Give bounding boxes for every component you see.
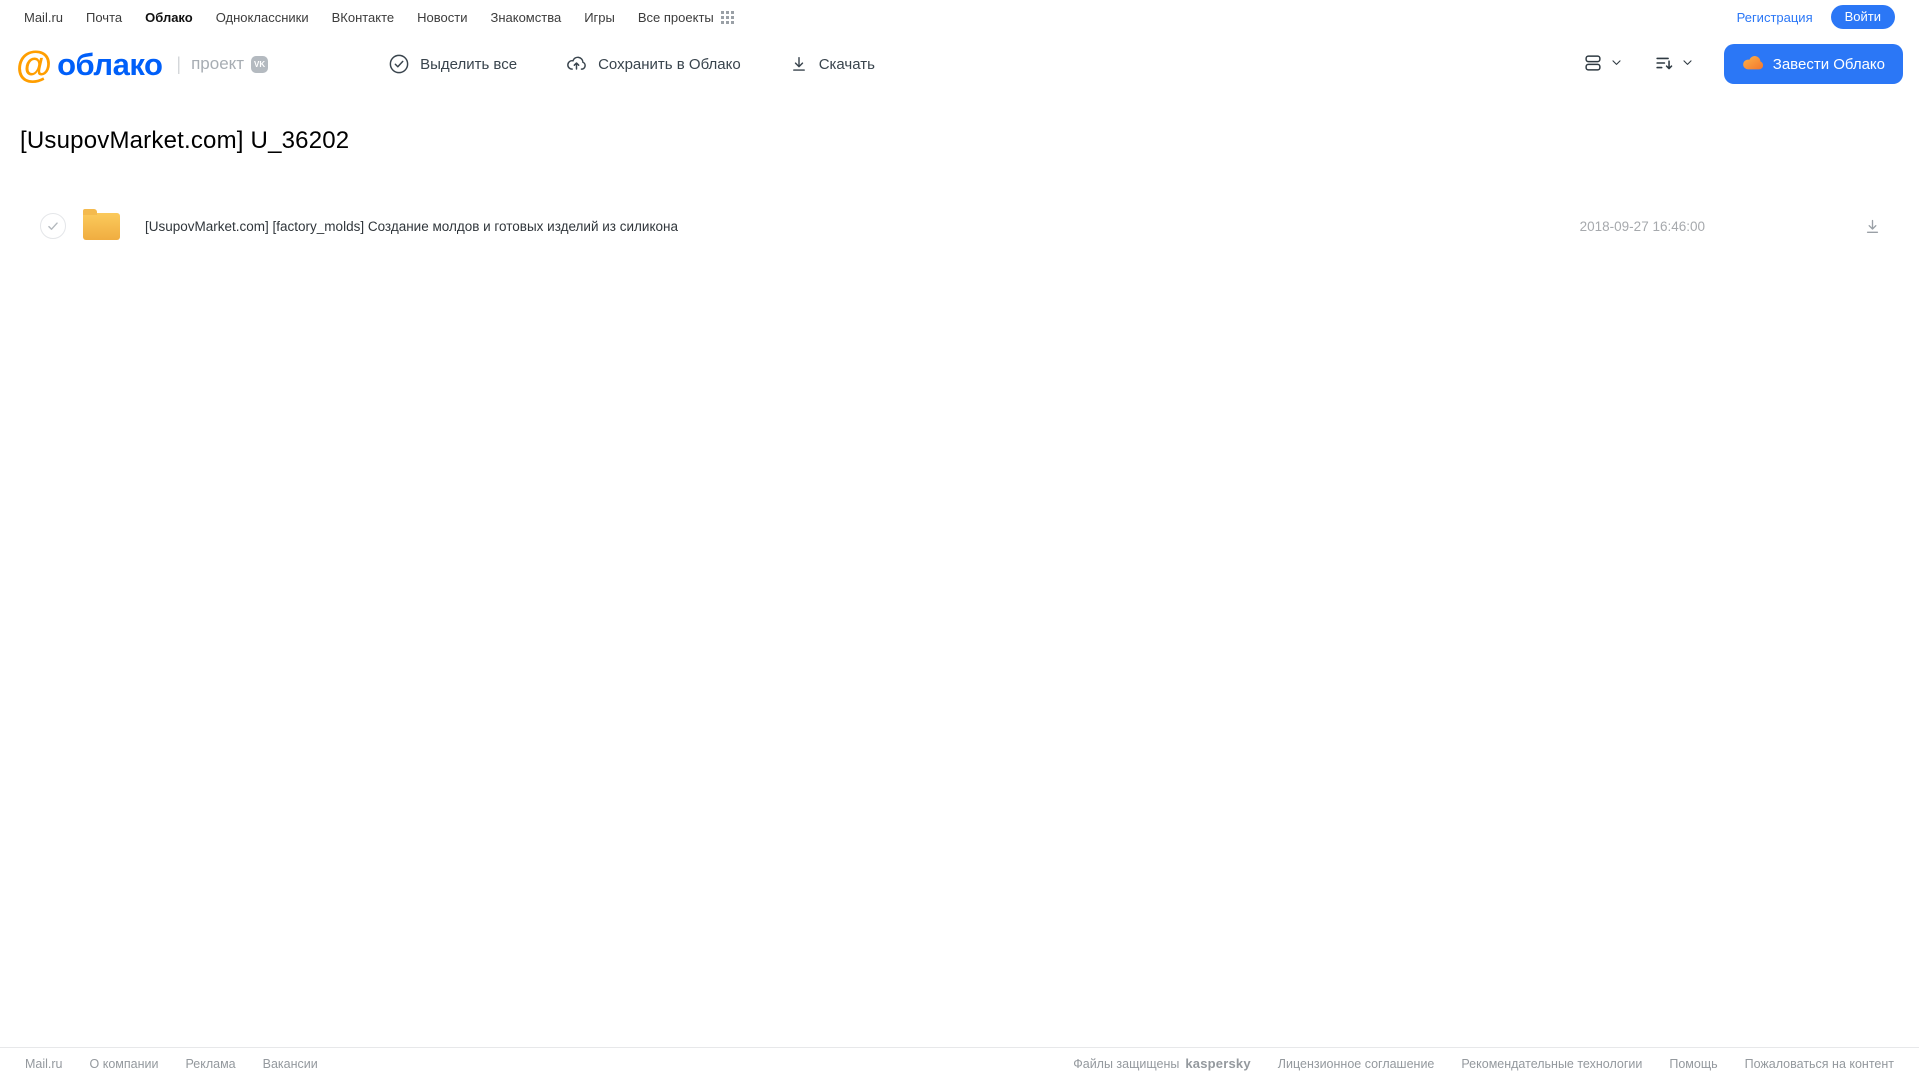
check-icon [48,222,58,230]
topnav-item-znakomstva[interactable]: Знакомства [490,10,561,25]
topnav-item-mailru[interactable]: Mail.ru [24,10,63,25]
main-content: [UsupovMarket.com] U_36202 [UsupovMarket… [0,94,1919,1047]
vk-badge-icon: VK [251,55,269,73]
footer-left-links: Mail.ru О компании Реклама Вакансии [25,1057,318,1071]
download-button[interactable]: Скачать [789,54,875,74]
sort-icon [1653,52,1675,77]
portal-nav: Mail.ru Почта Облако Одноклассники ВКонт… [0,0,1919,34]
file-name[interactable]: [UsupovMarket.com] [factory_molds] Созда… [145,219,678,234]
topnav-item-all-projects[interactable]: Все проекты [638,10,734,25]
check-circle-icon [388,53,410,75]
chevron-down-icon [1681,56,1694,72]
project-label: проект [191,54,245,73]
get-cloud-button[interactable]: Завести Облако [1723,44,1903,84]
view-mode-dropdown[interactable] [1578,48,1627,81]
topnav-item-pochta[interactable]: Почта [86,10,122,25]
file-toolbar: Выделить все Сохранить в Облако Скачать [388,53,875,75]
login-button[interactable]: Войти [1830,4,1895,30]
all-projects-label: Все проекты [637,9,714,25]
protected-label: Файлы защищены [1073,1057,1180,1071]
page-footer: Mail.ru О компании Реклама Вакансии Файл… [0,1047,1919,1079]
logo-divider: | [176,53,182,74]
topnav-item-oblako[interactable]: Облако [145,10,193,25]
save-to-cloud-button[interactable]: Сохранить в Облако [565,53,741,75]
app-header: @ облако | проект VK Выделить все Сохран… [0,34,1919,94]
footer-link-license[interactable]: Лицензионное соглашение [1278,1057,1435,1071]
kaspersky-logo[interactable]: kaspersky [1185,1056,1250,1071]
header-right-controls: Завести Облако [1578,44,1903,84]
download-label: Скачать [818,55,875,73]
get-cloud-label: Завести Облако [1772,55,1885,73]
download-icon [1866,219,1879,233]
save-to-cloud-label: Сохранить в Облако [598,55,741,73]
topnav-item-novosti[interactable]: Новости [417,10,467,25]
topnav-item-igry[interactable]: Игры [584,10,615,25]
footer-right-links: Файлы защищены kaspersky Лицензионное со… [1073,1056,1894,1071]
cloud-upload-icon [565,53,588,75]
footer-link-ads[interactable]: Реклама [185,1057,235,1071]
footer-link-recommendation-tech[interactable]: Рекомендательные технологии [1461,1057,1642,1071]
kaspersky-protected: Файлы защищены kaspersky [1073,1056,1251,1071]
cloud-logo[interactable]: @ облако | проект VK [16,43,269,85]
file-checkbox[interactable] [40,213,66,239]
select-all-label: Выделить все [420,55,518,73]
mailru-at-icon: @ [16,43,52,85]
footer-link-jobs[interactable]: Вакансии [263,1057,318,1071]
footer-link-help[interactable]: Помощь [1669,1057,1717,1071]
footer-link-report-content[interactable]: Пожаловаться на контент [1745,1057,1894,1071]
page-title: [UsupovMarket.com] U_36202 [20,127,350,154]
folder-icon [83,208,120,240]
cloud-logo-text: облако [57,46,163,82]
cloud-icon [1742,53,1764,75]
file-row[interactable]: [UsupovMarket.com] [factory_molds] Созда… [0,204,1919,248]
download-icon [789,54,809,74]
footer-link-about[interactable]: О компании [90,1057,159,1071]
apps-grid-icon [720,10,734,24]
file-download-button[interactable] [1861,215,1884,238]
file-date: 2018-09-27 16:46:00 [1579,218,1705,234]
sort-dropdown[interactable] [1649,48,1698,81]
topnav-item-vkontakte[interactable]: ВКонтакте [332,10,395,25]
chevron-down-icon [1610,56,1623,72]
registration-link[interactable]: Регистрация [1737,10,1813,25]
topnav-item-odnoklassniki[interactable]: Одноклассники [216,10,309,25]
view-mode-icon [1582,52,1604,77]
footer-link-mailru[interactable]: Mail.ru [25,1057,63,1071]
select-all-button[interactable]: Выделить все [388,53,517,75]
